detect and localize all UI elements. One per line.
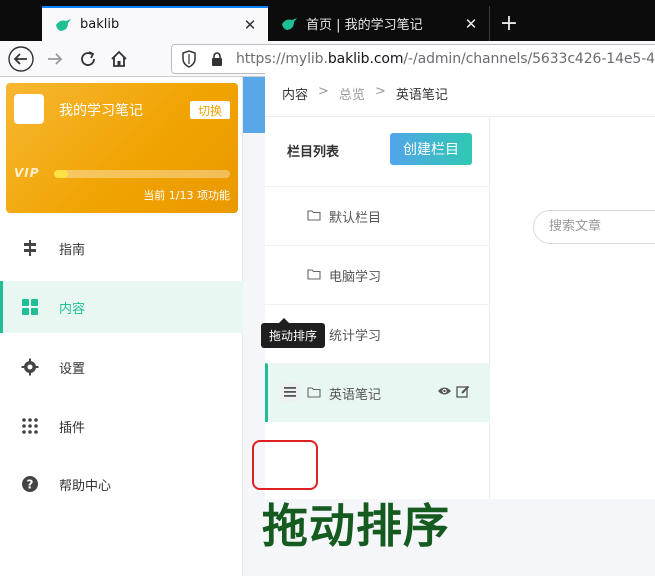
column-actions xyxy=(437,385,470,398)
library-card: 我的学习笔记 切换 VIP 当前 1/13 项功能 xyxy=(6,83,238,213)
back-arrow-icon xyxy=(8,46,34,72)
svg-text:?: ? xyxy=(27,478,34,492)
column-label: 默认栏目 xyxy=(329,210,382,226)
tab-title: 首页 | 我的学习笔记 xyxy=(306,18,423,33)
edit-icon[interactable] xyxy=(456,385,470,398)
column-item-active[interactable]: 英语笔记 xyxy=(265,363,490,422)
bird-icon xyxy=(280,15,298,33)
help-icon: ? xyxy=(20,474,40,494)
close-icon[interactable]: ✕ xyxy=(238,16,262,34)
shield-icon xyxy=(178,49,200,69)
create-column-button[interactable]: 创建栏目 xyxy=(390,133,472,165)
drag-handle-icon[interactable] xyxy=(280,382,300,402)
sidebar-item-label: 设置 xyxy=(59,361,86,377)
breadcrumb-item: 英语笔记 xyxy=(395,88,448,103)
vip-feature-count: 当前 1/13 项功能 xyxy=(143,189,230,202)
breadcrumb-item[interactable]: 内容 xyxy=(282,84,308,103)
url-text: https://mylib.baklib.com/-/admin/channel… xyxy=(236,51,655,67)
sidebar-item-label: 插件 xyxy=(59,420,86,436)
forward-arrow-icon xyxy=(48,53,63,65)
folder-icon xyxy=(307,387,321,398)
sidebar: 我的学习笔记 切换 VIP 当前 1/13 项功能 指南 内容 设置 插件 ? … xyxy=(0,77,243,576)
sidebar-item-plugins[interactable]: 插件 xyxy=(0,400,243,452)
new-tab-button[interactable]: + xyxy=(494,6,524,41)
browser-tab-strip: baklib ✕ 首页 | 我的学习笔记 ✕ + xyxy=(0,0,655,41)
switch-library-button[interactable]: 切换 xyxy=(190,101,230,119)
column-list-title: 栏目列表 xyxy=(287,145,340,160)
breadcrumb-separator: > xyxy=(318,84,329,99)
vip-label: VIP xyxy=(14,166,40,180)
tab-baklib[interactable]: baklib ✕ xyxy=(42,6,268,41)
breadcrumb-item[interactable]: 总览 xyxy=(339,84,365,103)
eye-icon[interactable] xyxy=(437,385,452,397)
reload-icon xyxy=(81,51,95,66)
sidebar-item-label: 帮助中心 xyxy=(59,478,112,494)
drag-sort-tooltip: 拖动排序 xyxy=(261,318,326,348)
vip-progress-fill xyxy=(54,170,68,178)
lock-icon xyxy=(206,49,228,69)
breadcrumb: 内容 > 总览 > 英语笔记 xyxy=(282,84,448,103)
library-avatar xyxy=(14,94,44,124)
tab-homepage[interactable]: 首页 | 我的学习笔记 ✕ xyxy=(268,6,490,41)
vip-progress-bar xyxy=(54,170,230,178)
sidebar-item-settings[interactable]: 设置 xyxy=(0,341,243,393)
sidebar-item-label: 内容 xyxy=(59,301,86,317)
bird-icon xyxy=(54,16,72,34)
forward-button[interactable] xyxy=(41,45,69,73)
gear-icon xyxy=(20,357,40,377)
reload-button[interactable] xyxy=(74,45,102,73)
tab-title: baklib xyxy=(80,17,120,32)
folder-icon xyxy=(307,210,321,221)
sidebar-item-guide[interactable]: 指南 xyxy=(0,222,243,274)
close-icon[interactable]: ✕ xyxy=(459,15,483,33)
search-article-box[interactable] xyxy=(533,210,655,244)
sidebar-item-label: 指南 xyxy=(59,242,86,258)
column-label: 统计学习 xyxy=(329,328,382,344)
grid-icon xyxy=(20,297,40,317)
library-name: 我的学习笔记 xyxy=(59,103,143,119)
back-button[interactable] xyxy=(7,45,35,73)
annotation-highlight-box xyxy=(252,440,318,490)
guide-icon xyxy=(20,238,40,258)
column-item[interactable]: 电脑学习 xyxy=(265,245,490,304)
column-label: 英语笔记 xyxy=(329,387,382,403)
dots-grid-icon xyxy=(20,416,40,436)
home-button[interactable] xyxy=(105,45,133,73)
folder-icon xyxy=(307,269,321,280)
home-icon xyxy=(111,50,127,67)
breadcrumb-separator: > xyxy=(374,84,386,99)
search-input[interactable] xyxy=(549,219,655,234)
column-item[interactable]: 默认栏目 xyxy=(265,186,490,245)
sidebar-item-content[interactable]: 内容 xyxy=(0,281,243,333)
annotation-caption: 拖动排序 xyxy=(262,499,450,553)
content-panel: 内容 > 总览 > 英语笔记 栏目列表 创建栏目 默认栏目 电脑学习 统计学习 … xyxy=(265,66,655,499)
column-label: 电脑学习 xyxy=(329,269,382,285)
sidebar-item-help[interactable]: ? 帮助中心 xyxy=(0,458,243,510)
